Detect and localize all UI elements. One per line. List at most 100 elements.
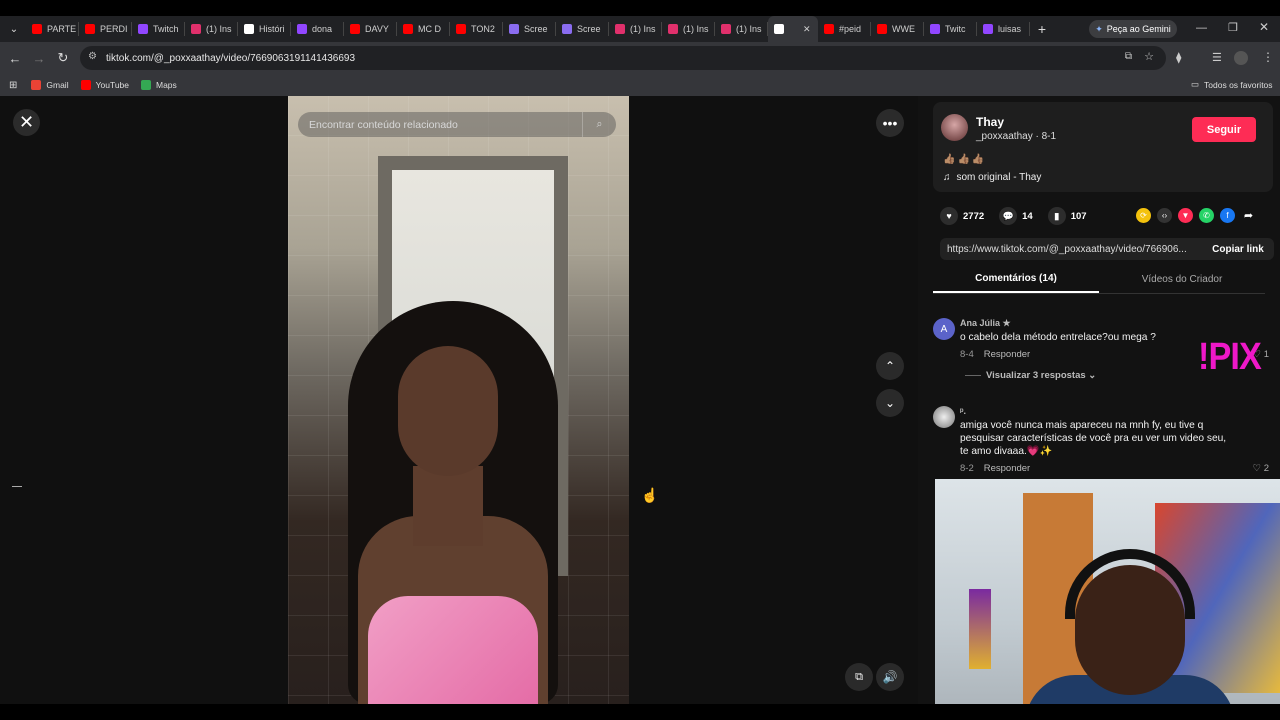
site-info-icon[interactable]: ⚙: [88, 51, 97, 62]
browser-tab[interactable]: Twitch: [132, 16, 185, 42]
author-avatar[interactable]: [941, 114, 968, 141]
forward-icon[interactable]: →: [27, 46, 51, 70]
browser-tab[interactable]: PARTE: [26, 16, 79, 42]
copy-link-button[interactable]: Copiar link: [1202, 238, 1274, 260]
repost-icon[interactable]: ⟳: [1136, 208, 1151, 223]
whatsapp-icon[interactable]: ✆: [1199, 208, 1214, 223]
browser-tab[interactable]: (1) Ins: [662, 16, 715, 42]
like-count: 2772: [963, 210, 985, 222]
tab-favicon-icon: [562, 24, 572, 34]
browser-tab[interactable]: ✕: [768, 16, 818, 42]
browser-tab[interactable]: Históri: [238, 16, 291, 42]
close-video-button[interactable]: ✕: [13, 109, 40, 136]
tab-comments[interactable]: Comentários (14): [933, 266, 1099, 293]
extensions-icon[interactable]: ⧫: [1176, 51, 1181, 64]
comment-username[interactable]: Ana Júlia ★: [960, 318, 1011, 329]
comment-likes[interactable]: ♡ 2: [1253, 463, 1269, 474]
browser-tab[interactable]: luisas: [977, 16, 1030, 42]
video-person-neck: [413, 466, 483, 546]
tab-separator: [1029, 22, 1030, 36]
bottom-bar: [0, 704, 1280, 720]
reload-icon[interactable]: ↻: [51, 46, 75, 70]
sound-link[interactable]: ♫ som original - Thay: [943, 172, 1041, 183]
share-link-text[interactable]: https://www.tiktok.com/@_poxxaathay/vide…: [947, 244, 1187, 255]
related-search-input[interactable]: Encontrar conteúdo relacionado ⌕: [298, 112, 616, 137]
browser-tab[interactable]: PERDI: [79, 16, 132, 42]
embed-icon[interactable]: ‹›: [1157, 208, 1172, 223]
browser-tab[interactable]: WWE: [871, 16, 924, 42]
next-video-button[interactable]: ⌄: [876, 389, 904, 417]
webcam-overlay: [935, 479, 1280, 720]
author-name[interactable]: Thay: [976, 115, 1004, 129]
save-button[interactable]: ▮ 107: [1047, 207, 1087, 225]
video-area: Encontrar conteúdo relacionado ⌕ ✕ ••• ⌃…: [0, 96, 918, 704]
all-bookmarks[interactable]: ▭ Todos os favoritos: [1191, 79, 1273, 90]
minimize-button[interactable]: —: [1196, 22, 1207, 34]
reply-button[interactable]: Responder: [984, 349, 1030, 360]
tab-label: TON2: [471, 24, 495, 34]
apps-icon[interactable]: ⊞: [9, 80, 17, 91]
bookmark-favicon-icon: [80, 80, 91, 90]
reply-button[interactable]: Responder: [984, 463, 1030, 474]
bookmark-star-icon[interactable]: ☆: [1144, 50, 1154, 63]
tab-favicon-icon: [456, 24, 466, 34]
bookmark-item[interactable]: YouTube: [80, 80, 129, 90]
close-window-button[interactable]: ✕: [1259, 20, 1269, 34]
volume-icon[interactable]: 🔊: [876, 663, 904, 691]
media-icon[interactable]: ☰: [1212, 51, 1222, 64]
install-icon[interactable]: ⧉: [1125, 51, 1132, 62]
comment-button[interactable]: 💬 14: [999, 207, 1033, 225]
share-arrow-icon[interactable]: ➦: [1241, 208, 1256, 223]
profile-avatar[interactable]: [1234, 51, 1248, 65]
browser-tab[interactable]: #peid: [818, 16, 871, 42]
back-icon[interactable]: ←: [3, 46, 27, 70]
menu-icon[interactable]: ⋮: [1262, 50, 1274, 64]
view-replies-button[interactable]: Visualizar 3 respostas ⌄: [965, 370, 1096, 381]
author-card: Thay _poxxaathay · 8-1 Seguir 👍🏽👍🏽👍🏽 ♫ so…: [933, 102, 1273, 192]
follow-button[interactable]: Seguir: [1192, 117, 1256, 142]
like-button[interactable]: ♥ 2772: [940, 207, 984, 225]
browser-tab[interactable]: (1) Ins: [715, 16, 768, 42]
comment-username[interactable]: ᵖ.: [960, 406, 966, 416]
tab-search-icon[interactable]: ⌄: [2, 17, 26, 41]
floating-player-icon[interactable]: ⧉: [845, 663, 873, 691]
bookmark-item[interactable]: Gmail: [31, 80, 69, 90]
video-player[interactable]: Encontrar conteúdo relacionado ⌕: [288, 96, 629, 704]
bookmark-item[interactable]: Maps: [141, 80, 177, 90]
tab-favicon-icon: [877, 24, 887, 34]
send-icon[interactable]: ▼: [1178, 208, 1193, 223]
tab-creator-videos[interactable]: Vídeos do Criador: [1099, 266, 1265, 293]
tab-label: WWE: [892, 24, 915, 34]
maximize-button[interactable]: ❐: [1228, 21, 1238, 34]
browser-tab[interactable]: TON2: [450, 16, 503, 42]
comment-icon: 💬: [999, 207, 1018, 225]
browser-tab[interactable]: Scree: [503, 16, 556, 42]
browser-tab[interactable]: (1) Ins: [609, 16, 662, 42]
search-icon[interactable]: ⌕: [582, 112, 616, 137]
tab-favicon-icon: [350, 24, 360, 34]
facebook-icon[interactable]: f: [1220, 208, 1235, 223]
browser-tab[interactable]: (1) Ins: [185, 16, 238, 42]
browser-tab[interactable]: Scree: [556, 16, 609, 42]
browser-tab[interactable]: MC D: [397, 16, 450, 42]
previous-video-button[interactable]: ⌃: [876, 352, 904, 380]
new-tab-button[interactable]: +: [1030, 17, 1054, 41]
browser-tab[interactable]: Twitc: [924, 16, 977, 42]
author-handle[interactable]: _poxxaathay · 8-1: [976, 131, 1056, 142]
browser-tab[interactable]: dona: [291, 16, 344, 42]
gemini-label: Peça ao Gemini: [1106, 24, 1171, 34]
comment-avatar[interactable]: A: [933, 318, 955, 340]
gemini-button[interactable]: ✦ Peça ao Gemini: [1089, 20, 1177, 38]
comment-item: ᵖ. amiga você nunca mais apareceu na mnh…: [933, 406, 1273, 476]
comment-date: 8-2: [960, 463, 974, 474]
browser-tab[interactable]: DAVY: [344, 16, 397, 42]
address-bar[interactable]: ⚙ tiktok.com/@_poxxaathay/video/76690631…: [80, 46, 1166, 70]
comment-count: 14: [1022, 210, 1033, 222]
comment-avatar[interactable]: [933, 406, 955, 428]
tab-close-icon[interactable]: ✕: [803, 24, 811, 35]
comment-like-count: 2: [1263, 463, 1269, 474]
comment-meta: 8-4 Responder: [960, 349, 1030, 360]
tab-label: (1) Ins: [206, 24, 232, 34]
more-options-button[interactable]: •••: [876, 109, 904, 137]
comment-text: o cabelo dela método entrelace?ou mega ?: [960, 332, 1156, 343]
